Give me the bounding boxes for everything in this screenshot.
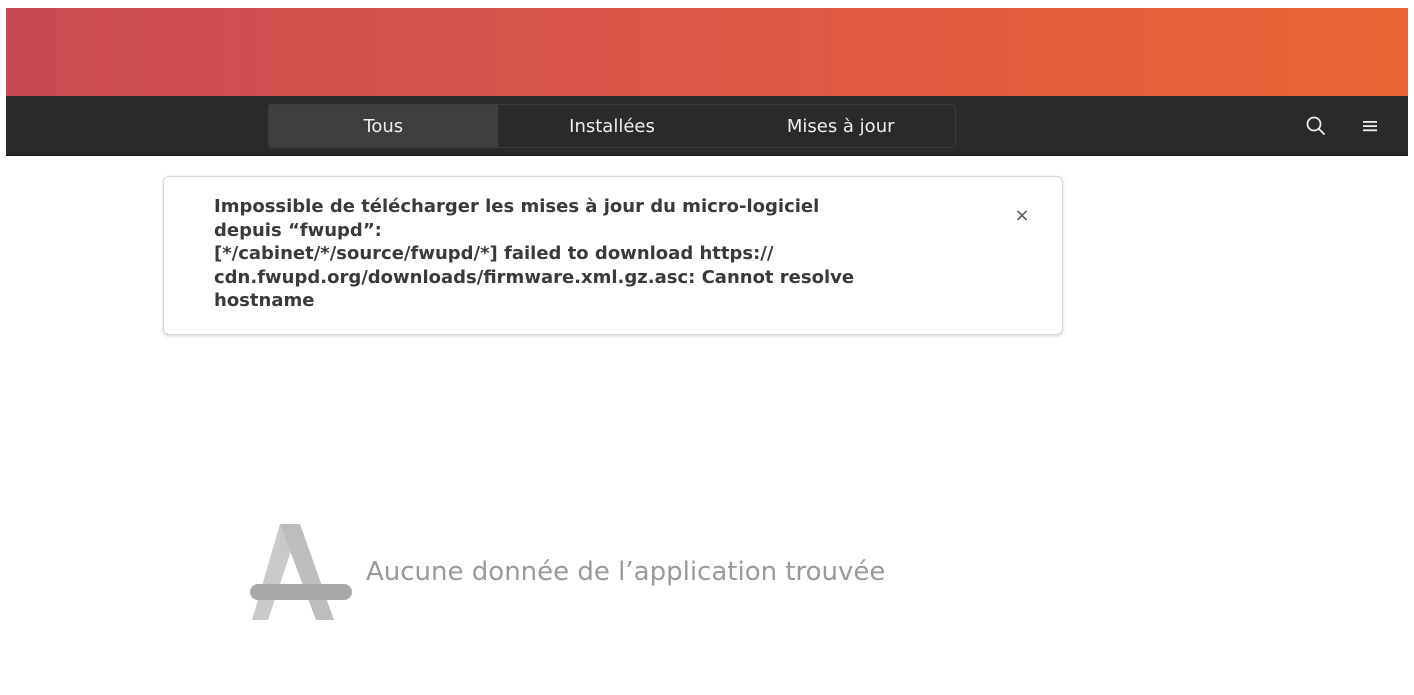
tab-all[interactable]: Tous bbox=[269, 105, 498, 147]
tab-installed[interactable]: Installées bbox=[498, 105, 727, 147]
tab-installed-label: Installées bbox=[569, 115, 655, 137]
main-content: Impossible de télécharger les mises à jo… bbox=[6, 156, 1408, 689]
search-icon bbox=[1306, 116, 1325, 135]
notification-message: Impossible de télécharger les mises à jo… bbox=[214, 196, 855, 311]
error-notification: Impossible de télécharger les mises à jo… bbox=[163, 176, 1063, 335]
empty-state: Aucune donnée de l’application trouvée bbox=[250, 524, 885, 620]
header-bar: Tous Installées Mises à jour bbox=[6, 96, 1408, 156]
tab-updates-label: Mises à jour bbox=[786, 115, 895, 137]
tab-updates[interactable]: Mises à jour bbox=[726, 105, 955, 147]
app-store-icon bbox=[250, 524, 352, 620]
hamburger-menu-icon bbox=[1363, 121, 1377, 132]
menu-button[interactable] bbox=[1354, 110, 1386, 142]
close-notification-button[interactable]: × bbox=[1009, 202, 1035, 228]
window: Tous Installées Mises à jour Impossible … bbox=[0, 0, 1414, 695]
empty-state-text: Aucune donnée de l’application trouvée bbox=[366, 557, 886, 587]
tab-all-label: Tous bbox=[363, 115, 404, 137]
search-button[interactable] bbox=[1300, 110, 1332, 142]
view-switcher: Tous Installées Mises à jour bbox=[268, 104, 956, 148]
close-icon: × bbox=[1014, 204, 1030, 226]
desktop-wallpaper bbox=[6, 8, 1408, 96]
